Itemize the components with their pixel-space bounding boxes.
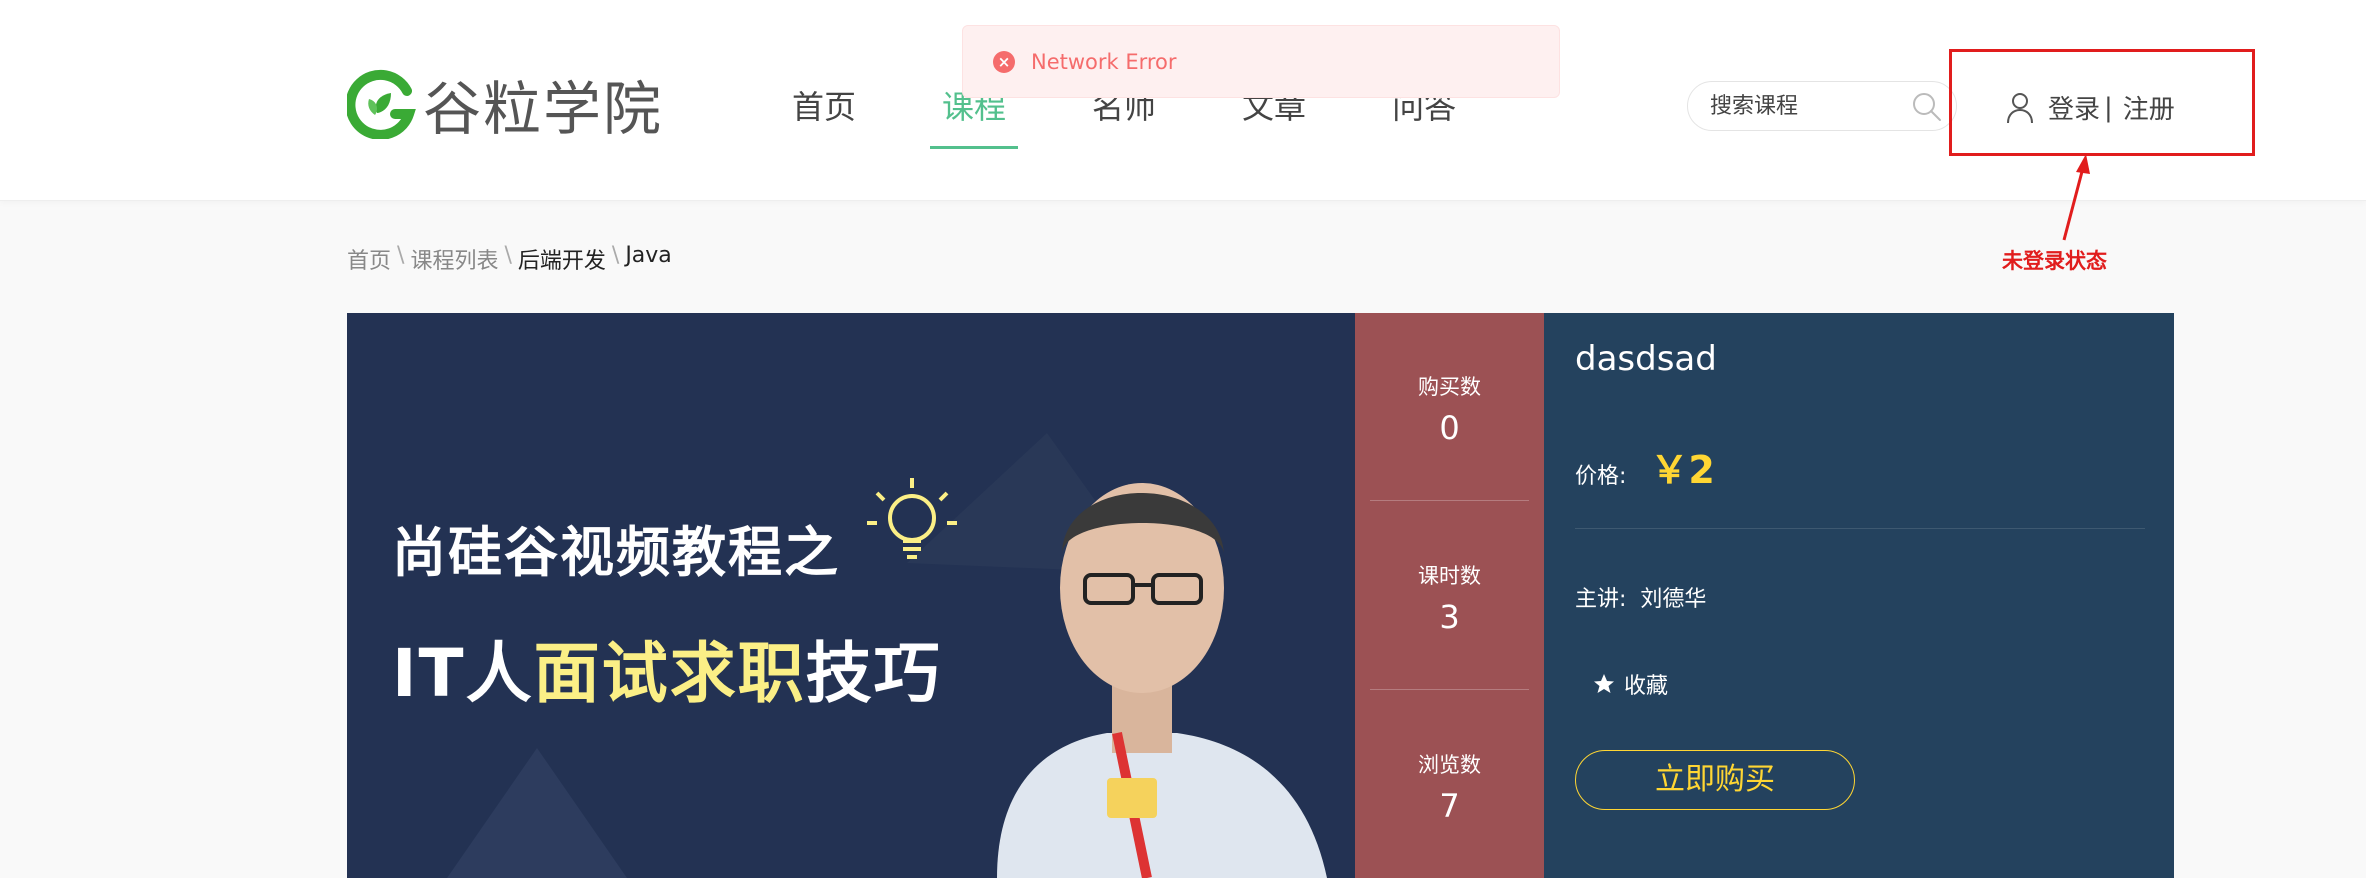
- stat-divider: [1370, 500, 1529, 501]
- price-row: 价格: ￥2: [1575, 439, 1715, 494]
- cover-illustration: [447, 433, 1327, 878]
- breadcrumb: 首页 \ 课程列表 \ 后端开发 \ Java: [347, 243, 672, 275]
- site-logo[interactable]: 谷粒学院: [347, 66, 663, 143]
- auth-links: 登录 | 注册: [2006, 89, 2175, 126]
- star-icon: [1594, 674, 1614, 693]
- search-input[interactable]: [1688, 82, 1898, 130]
- breadcrumb-separator: \: [397, 243, 405, 268]
- breadcrumb-course-list[interactable]: 课程列表: [410, 243, 498, 275]
- auth-separator: |: [2104, 92, 2113, 123]
- cover-title-line1: 尚硅谷视频教程之: [392, 521, 840, 584]
- stat-label: 课时数: [1418, 564, 1481, 588]
- error-icon: ×: [993, 50, 1015, 73]
- buy-now-button[interactable]: 立即购买: [1575, 750, 1855, 810]
- annotation-label: 未登录状态: [2002, 249, 2107, 273]
- course-cover-image: 尚硅谷视频教程之 IT人面试求职技巧: [347, 313, 1355, 878]
- course-info-panel: dasdsad 价格: ￥2 主讲: 刘德华 收藏 立即购买: [1544, 313, 2174, 878]
- stat-label: 购买数: [1418, 375, 1481, 399]
- stat-purchases: 购买数 0: [1370, 313, 1529, 502]
- favorite-button[interactable]: 收藏: [1592, 668, 1668, 700]
- logo-icon: [347, 69, 416, 139]
- login-area-highlight: 登录 | 注册: [1949, 49, 2255, 156]
- stat-lessons: 课时数 3: [1370, 502, 1529, 691]
- error-toast: × Network Error: [962, 25, 1560, 98]
- login-link[interactable]: 登录: [2048, 89, 2100, 126]
- search-icon[interactable]: [1910, 90, 1944, 124]
- favorite-label: 收藏: [1624, 674, 1669, 699]
- cover-title-prefix: IT人: [392, 635, 534, 712]
- cover-title-suffix: 技巧: [805, 635, 942, 712]
- cover-title-highlight: 面试求职: [533, 635, 806, 712]
- nav-home[interactable]: 首页: [780, 72, 868, 148]
- price-label: 价格:: [1575, 464, 1627, 489]
- breadcrumb-category[interactable]: 后端开发: [518, 243, 606, 275]
- stat-value: 7: [1439, 787, 1460, 825]
- stat-label: 浏览数: [1418, 753, 1481, 777]
- course-stats: 购买数 0 课时数 3 浏览数 7: [1355, 313, 1544, 878]
- annotation-arrow-icon: [2062, 154, 2090, 241]
- teacher-name[interactable]: 刘德华: [1640, 587, 1706, 612]
- breadcrumb-separator: \: [504, 243, 512, 268]
- course-title: dasdsad: [1575, 339, 1717, 379]
- breadcrumb-subcategory: Java: [625, 243, 672, 268]
- stat-views: 浏览数 7: [1370, 691, 1529, 878]
- price-value: ￥2: [1650, 448, 1715, 492]
- cover-title-line2: IT人面试求职技巧: [392, 620, 942, 716]
- breadcrumb-home[interactable]: 首页: [347, 243, 391, 275]
- register-link[interactable]: 注册: [2123, 89, 2175, 126]
- teacher-row: 主讲: 刘德华: [1575, 581, 1706, 613]
- stat-value: 3: [1439, 598, 1460, 636]
- breadcrumb-separator: \: [611, 243, 620, 268]
- stat-value: 0: [1439, 409, 1460, 447]
- search-box: [1687, 81, 1957, 131]
- logo-text: 谷粒学院: [423, 75, 664, 143]
- info-divider: [1575, 528, 2145, 529]
- toast-message: Network Error: [1031, 49, 1177, 74]
- stat-divider: [1370, 689, 1529, 690]
- user-icon: [2007, 92, 2033, 123]
- teacher-label: 主讲:: [1575, 587, 1627, 612]
